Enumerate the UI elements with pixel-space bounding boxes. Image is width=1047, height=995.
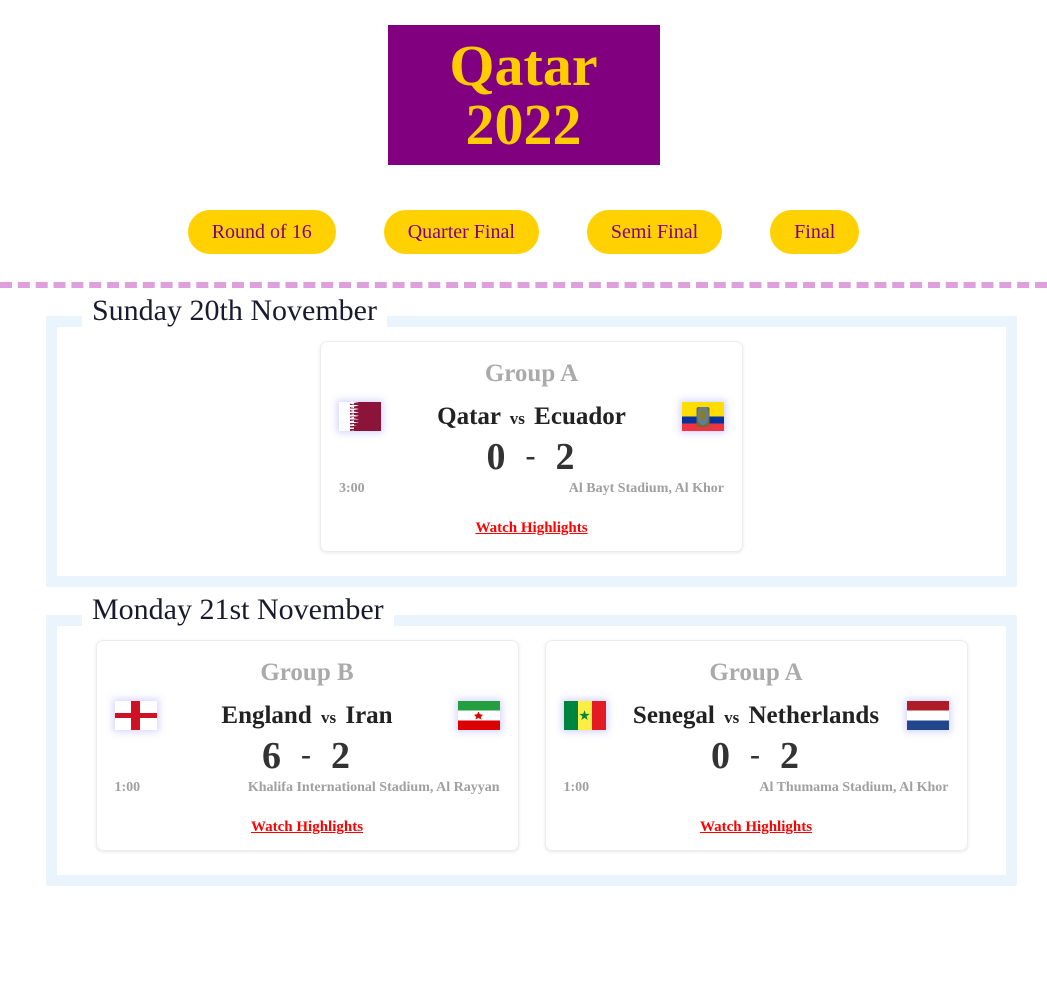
group-label: Group A bbox=[484, 360, 579, 387]
home-team-name: Qatar bbox=[437, 402, 501, 430]
stadium-name: Al Bayt Stadium, Al Khor bbox=[568, 481, 724, 496]
highlights-row: Watch Highlights bbox=[115, 818, 500, 836]
match-meta-row: 1:00 Al Thumama Stadium, Al Khor bbox=[564, 780, 949, 796]
watch-highlights-link[interactable]: Watch Highlights bbox=[475, 520, 587, 536]
watch-highlights-link[interactable]: Watch Highlights bbox=[700, 819, 812, 835]
banner-container: Qatar 2022 bbox=[0, 0, 1047, 165]
nav-round-of-16[interactable]: Round of 16 bbox=[187, 210, 336, 254]
match-card[interactable]: Group A Qatar vs Ecuador 0-2 3:00 Al Bayt St… bbox=[320, 341, 743, 552]
teams-row: Qatar vs Ecuador bbox=[339, 402, 724, 431]
team-names: Senegal vs Netherlands bbox=[606, 702, 907, 730]
banner-title-line-1: Qatar bbox=[449, 32, 598, 98]
away-team-name: Ecuador bbox=[534, 402, 626, 430]
away-score: 2 bbox=[555, 436, 577, 478]
kickoff-time: 1:00 bbox=[563, 780, 590, 795]
group-label: Group B bbox=[260, 659, 354, 686]
team-names: Qatar vs Ecuador bbox=[381, 403, 682, 431]
nav-final[interactable]: Final bbox=[770, 210, 860, 254]
fixtures-list: Sunday 20th November Group A Qatar vs Ecua… bbox=[0, 294, 1047, 886]
match-card-row: Group A Qatar vs Ecuador 0-2 3:00 Al Bayt St… bbox=[67, 341, 996, 552]
team-names: England vs Iran bbox=[157, 702, 458, 730]
away-team-name: Netherlands bbox=[748, 701, 880, 729]
away-flag-icon bbox=[906, 701, 949, 730]
versus-label: vs bbox=[509, 408, 525, 428]
away-flag-icon bbox=[682, 402, 724, 431]
day-section: Monday 21st November Group B England vs Ir… bbox=[46, 593, 1017, 886]
stadium-name: Al Thumama Stadium, Al Khor bbox=[759, 780, 949, 795]
match-card[interactable]: Group B England vs Iran 6-2 1:00 Khalifa Int… bbox=[95, 640, 519, 851]
day-date-heading: Sunday 20th November bbox=[82, 294, 387, 328]
banner-title-line-2: 2022 bbox=[465, 92, 582, 157]
away-score: 2 bbox=[331, 735, 352, 777]
versus-label: vs bbox=[320, 707, 337, 727]
score-row: 6-2 bbox=[115, 734, 500, 778]
away-flag-icon bbox=[457, 701, 500, 730]
nav-quarter-final[interactable]: Quarter Final bbox=[383, 210, 539, 254]
tournament-banner: Qatar 2022 bbox=[387, 25, 660, 165]
nav-semi-final[interactable]: Semi Final bbox=[586, 210, 723, 254]
score-separator: - bbox=[525, 439, 538, 472]
teams-row: Senegal vs Netherlands bbox=[563, 701, 949, 730]
home-score: 0 bbox=[486, 436, 508, 478]
section-divider bbox=[0, 282, 1047, 288]
score-separator: - bbox=[750, 738, 762, 771]
score-row: 0-2 bbox=[339, 435, 724, 479]
highlights-row: Watch Highlights bbox=[339, 519, 724, 537]
score-row: 0-2 bbox=[564, 734, 949, 778]
watch-highlights-link[interactable]: Watch Highlights bbox=[251, 819, 363, 835]
day-date-heading: Monday 21st November bbox=[82, 593, 394, 627]
match-card-row: Group B England vs Iran 6-2 1:00 Khalifa Int… bbox=[67, 640, 996, 851]
teams-row: England vs Iran bbox=[114, 701, 500, 730]
score-separator: - bbox=[301, 738, 313, 771]
match-meta-row: 3:00 Al Bayt Stadium, Al Khor bbox=[339, 481, 724, 497]
match-meta-row: 1:00 Khalifa International Stadium, Al Ra… bbox=[115, 780, 500, 796]
kickoff-time: 1:00 bbox=[114, 780, 141, 795]
group-label: Group A bbox=[709, 659, 803, 686]
stadium-name: Khalifa International Stadium, Al Rayyan bbox=[247, 780, 500, 795]
day-section: Sunday 20th November Group A Qatar vs Ecua… bbox=[46, 294, 1017, 587]
home-score: 6 bbox=[262, 735, 283, 777]
versus-label: vs bbox=[724, 707, 740, 727]
home-team-name: England bbox=[221, 701, 312, 729]
home-score: 0 bbox=[711, 735, 732, 777]
match-card[interactable]: Group A Senegal vs Netherlands 0-2 1:00 Al T… bbox=[544, 640, 968, 851]
kickoff-time: 3:00 bbox=[339, 481, 365, 496]
home-flag-icon bbox=[563, 701, 606, 730]
home-team-name: Senegal bbox=[632, 701, 715, 729]
home-flag-icon bbox=[114, 701, 157, 730]
stage-nav: Round of 16 Quarter Final Semi Final Final bbox=[0, 210, 1047, 254]
highlights-row: Watch Highlights bbox=[564, 818, 949, 836]
home-flag-icon bbox=[339, 402, 381, 431]
away-score: 2 bbox=[780, 735, 801, 777]
away-team-name: Iran bbox=[345, 701, 393, 729]
